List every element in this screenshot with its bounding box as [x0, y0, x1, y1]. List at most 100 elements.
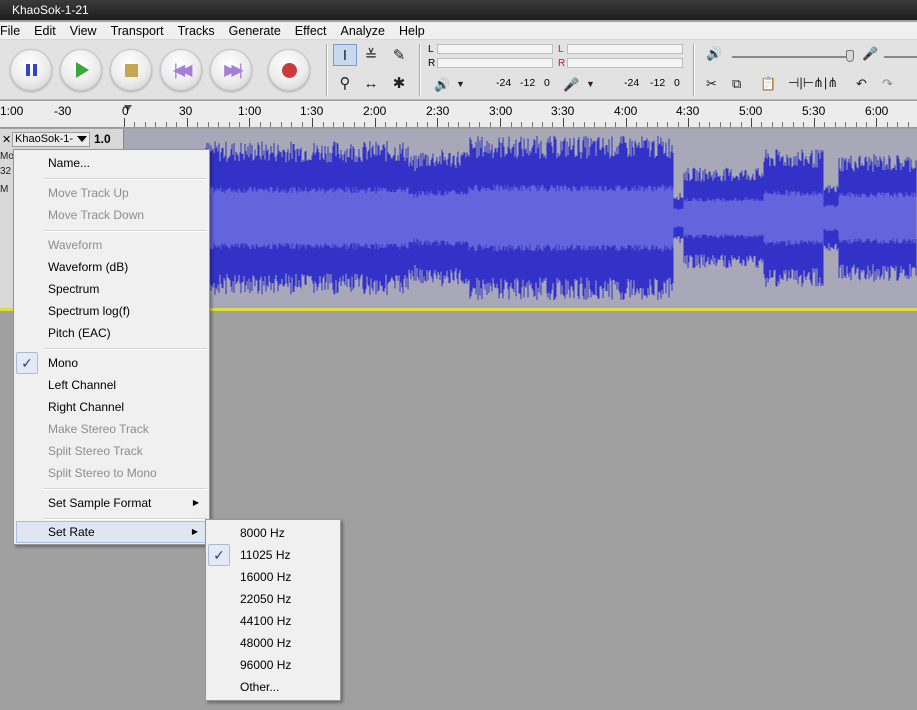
- menu-item-label: Name...: [48, 156, 91, 170]
- menu-item-name[interactable]: Name...: [16, 152, 207, 174]
- chevron-down-icon[interactable]: ▼: [586, 79, 595, 89]
- pause-button[interactable]: [10, 49, 52, 91]
- rate-option-other[interactable]: Other...: [208, 676, 338, 698]
- menu-view[interactable]: View: [63, 22, 104, 39]
- playback-meter-right[interactable]: [437, 58, 553, 68]
- rate-option-44100-hz[interactable]: 44100 Hz: [208, 610, 338, 632]
- timeline-minor-tick: [417, 122, 418, 127]
- timeline-minor-tick: [134, 122, 135, 127]
- speaker-icon: 🔊: [434, 77, 451, 92]
- chevron-down-icon[interactable]: ▼: [456, 79, 465, 89]
- timeline-minor-tick: [824, 122, 825, 127]
- playback-volume-slider[interactable]: [732, 56, 854, 58]
- menu-item-make-stereo-track[interactable]: Make Stereo Track: [16, 418, 207, 440]
- timeline-minor-tick: [427, 122, 428, 127]
- envelope-tool-icon[interactable]: ≚: [359, 44, 383, 66]
- timeline-label: 5:30: [802, 104, 826, 118]
- multi-tool-icon[interactable]: ✱: [387, 72, 411, 94]
- menu-generate[interactable]: Generate: [222, 22, 288, 39]
- menu-item-left-channel[interactable]: Left Channel: [16, 374, 207, 396]
- waveform[interactable]: [124, 129, 917, 308]
- menu-effect[interactable]: Effect: [288, 22, 334, 39]
- rate-option-16000-hz[interactable]: 16000 Hz: [208, 566, 338, 588]
- record-meter-left[interactable]: [567, 44, 683, 54]
- menu-item-label: Spectrum: [48, 282, 100, 296]
- timeline-label: 2:30: [426, 104, 450, 118]
- slider-handle[interactable]: [846, 50, 854, 62]
- menu-item-waveform-db[interactable]: Waveform (dB): [16, 256, 207, 278]
- skip-end-icon: ▶▶|: [224, 62, 243, 79]
- meter-tick: -24: [496, 77, 512, 89]
- microphone-icon: 🎤: [563, 77, 580, 92]
- timeline-minor-tick: [615, 122, 616, 127]
- check-icon: ✓: [16, 352, 38, 374]
- menu-item-split-stereo-to-mono[interactable]: Split Stereo to Mono: [16, 462, 207, 484]
- timeline-minor-tick: [803, 122, 804, 127]
- timeline-minor-tick: [594, 122, 595, 127]
- menu-edit[interactable]: Edit: [27, 22, 63, 39]
- rate-option-48000-hz[interactable]: 48000 Hz: [208, 632, 338, 654]
- paste-icon[interactable]: 📋: [760, 76, 776, 92]
- menu-item-label: Move Track Down: [48, 208, 145, 222]
- trim-icon[interactable]: ⊣|⊢: [788, 75, 814, 91]
- track-name-menu-button[interactable]: KhaoSok-1-: [12, 132, 90, 147]
- undo-icon[interactable]: ↶: [856, 76, 867, 92]
- redo-icon[interactable]: ↷: [882, 76, 893, 92]
- timeline-minor-tick: [552, 122, 553, 127]
- record-icon: [281, 62, 297, 78]
- play-button[interactable]: [60, 49, 102, 91]
- menu-item-label: Mono: [48, 356, 79, 370]
- timeline-minor-tick: [260, 122, 261, 127]
- menu-item-pitch-eac[interactable]: Pitch (EAC): [16, 322, 207, 344]
- chevron-down-icon: [77, 136, 87, 142]
- stop-button[interactable]: [110, 49, 152, 91]
- selection-tool-icon[interactable]: I: [333, 44, 357, 66]
- timeline-ruler[interactable]: 1:00 -30 0 30 1:00 1:30 2:00 2:30 3:00 3…: [0, 101, 917, 128]
- menu-item-mono[interactable]: Mono: [16, 352, 207, 374]
- skip-to-end-button[interactable]: ▶▶|: [210, 49, 252, 91]
- menu-item-waveform[interactable]: Waveform: [16, 234, 207, 256]
- menu-item-spectrum[interactable]: Spectrum: [16, 278, 207, 300]
- menu-item-label: 44100 Hz: [240, 614, 292, 628]
- timeline-minor-tick: [782, 122, 783, 127]
- close-icon[interactable]: ✕: [2, 133, 11, 146]
- timeline-minor-tick: [239, 122, 240, 127]
- timeline-minor-tick: [291, 122, 292, 127]
- menu-item-move-track-down[interactable]: Move Track Down: [16, 204, 207, 226]
- menu-item-spectrum-log-f[interactable]: Spectrum log(f): [16, 300, 207, 322]
- rate-option-96000-hz[interactable]: 96000 Hz: [208, 654, 338, 676]
- zoom-tool-icon[interactable]: ⚲: [333, 72, 357, 94]
- menu-analyze[interactable]: Analyze: [334, 22, 392, 39]
- menu-item-move-track-up[interactable]: Move Track Up: [16, 182, 207, 204]
- menu-item-set-sample-format[interactable]: Set Sample Format ▶: [16, 492, 207, 514]
- rate-option-22050-hz[interactable]: 22050 Hz: [208, 588, 338, 610]
- draw-tool-icon[interactable]: ✎: [387, 44, 411, 66]
- rate-option-8000-hz[interactable]: 8000 Hz: [208, 522, 338, 544]
- track-info-fragment: 32: [0, 166, 12, 177]
- timeline-minor-tick: [845, 122, 846, 127]
- timeline-tick: [249, 118, 250, 127]
- timeline-tick: [563, 118, 564, 127]
- meter-tick: -24: [624, 77, 640, 89]
- menu-item-right-channel[interactable]: Right Channel: [16, 396, 207, 418]
- record-volume-slider[interactable]: [884, 56, 917, 58]
- copy-icon[interactable]: ⧉: [732, 76, 741, 92]
- menu-help[interactable]: Help: [392, 22, 432, 39]
- timeline-minor-tick: [302, 122, 303, 127]
- record-button[interactable]: [268, 49, 310, 91]
- record-meter-right[interactable]: [567, 58, 683, 68]
- menu-file[interactable]: File: [0, 22, 27, 39]
- menu-item-split-stereo-track[interactable]: Split Stereo Track: [16, 440, 207, 462]
- silence-icon[interactable]: ⋔|⋔: [813, 75, 838, 91]
- timeline-tick: [500, 118, 501, 127]
- timeline-tick: [876, 118, 877, 127]
- timeline-label: 1:00: [0, 104, 24, 118]
- menu-tracks[interactable]: Tracks: [171, 22, 222, 39]
- time-shift-tool-icon[interactable]: ↔: [359, 72, 383, 94]
- menu-item-set-rate[interactable]: Set Rate ▶: [16, 521, 207, 543]
- skip-to-start-button[interactable]: |◀◀: [160, 49, 202, 91]
- cut-icon[interactable]: ✂: [706, 76, 717, 92]
- timeline-minor-tick: [166, 122, 167, 127]
- menu-transport[interactable]: Transport: [104, 22, 171, 39]
- playback-meter-left[interactable]: [437, 44, 553, 54]
